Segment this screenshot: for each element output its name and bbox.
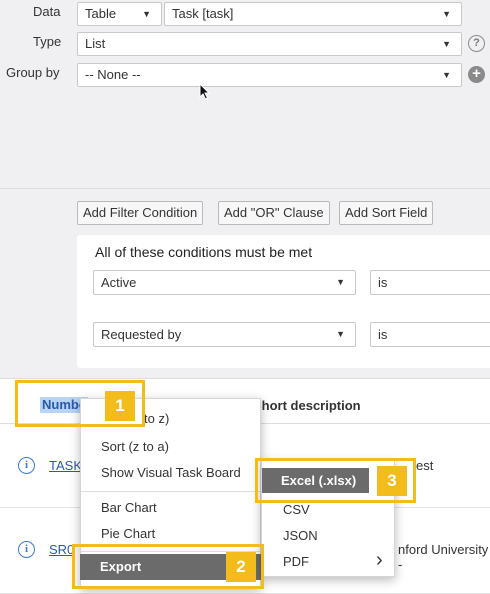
info-icon[interactable]: i [18,541,35,558]
chevron-down-icon: ▼ [142,9,151,19]
condition-operator-select[interactable]: is [370,270,490,295]
report-config-panel [0,0,490,188]
record-number-link[interactable]: TASK [49,458,82,473]
menu-item-sort-z-to-a[interactable]: Sort (z to a) [101,439,169,454]
chevron-down-icon: ▼ [336,277,345,287]
mouse-cursor-icon [199,83,211,100]
add-sort-field-button[interactable]: Add Sort Field [339,201,434,225]
menu-item-bar-chart[interactable]: Bar Chart [101,500,157,515]
type-select[interactable]: List ▼ [77,32,462,56]
group-by-value: -- None -- [85,67,141,82]
condition-operator-value: is [378,275,388,290]
submenu-item-csv[interactable]: CSV [283,502,310,517]
record-number-link[interactable]: SR0 [49,542,74,557]
chevron-down-icon: ▼ [442,9,451,19]
condition-field-select[interactable]: Active ▼ [93,270,356,295]
data-label: Data [33,4,61,19]
data-table-select[interactable]: Task [task] ▼ [164,2,462,26]
condition-operator-select[interactable]: is [370,322,490,347]
condition-field-value: Active [101,275,137,290]
chevron-down-icon: ▼ [442,39,451,49]
callout-badge-3: 3 [377,466,407,496]
data-table-value: Task [task] [172,6,234,21]
callout-badge-1: 1 [105,391,135,421]
type-label: Type [33,34,62,49]
condition-field-value: Requested by [101,327,182,342]
add-group-icon[interactable]: + [468,66,485,83]
data-source-value: Table [85,6,117,21]
chevron-down-icon: ▼ [442,70,451,80]
chevron-down-icon: ▼ [336,329,345,339]
menu-item-pie-chart[interactable]: Pie Chart [101,526,155,541]
column-header-short-description[interactable]: Short description [253,398,361,413]
menu-separator [81,491,260,492]
help-icon[interactable]: ? [468,35,485,52]
condition-operator-value: is [378,327,388,342]
submenu-item-json[interactable]: JSON [283,528,318,543]
menu-item-show-visual-task-board[interactable]: Show Visual Task Board [101,465,241,480]
group-by-select[interactable]: -- None -- ▼ [77,63,462,87]
chevron-right-icon: › [376,549,383,571]
short-description-cell: nford University - [398,542,489,572]
submenu-item-pdf[interactable]: PDF [283,554,309,569]
info-icon[interactable]: i [18,457,35,474]
menu-item-sort-a-to-z[interactable]: to z) [144,411,169,426]
group-by-label: Group by [6,65,60,80]
condition-field-select[interactable]: Requested by ▼ [93,322,356,347]
add-filter-condition-button[interactable]: Add Filter Condition [77,201,204,225]
conditions-title: All of these conditions must be met [95,244,313,260]
short-description-cell: est [416,458,434,473]
data-source-select[interactable]: Table ▼ [77,2,162,26]
type-value: List [85,36,106,51]
add-or-clause-button[interactable]: Add "OR" Clause [218,201,330,225]
callout-badge-2: 2 [226,552,256,582]
